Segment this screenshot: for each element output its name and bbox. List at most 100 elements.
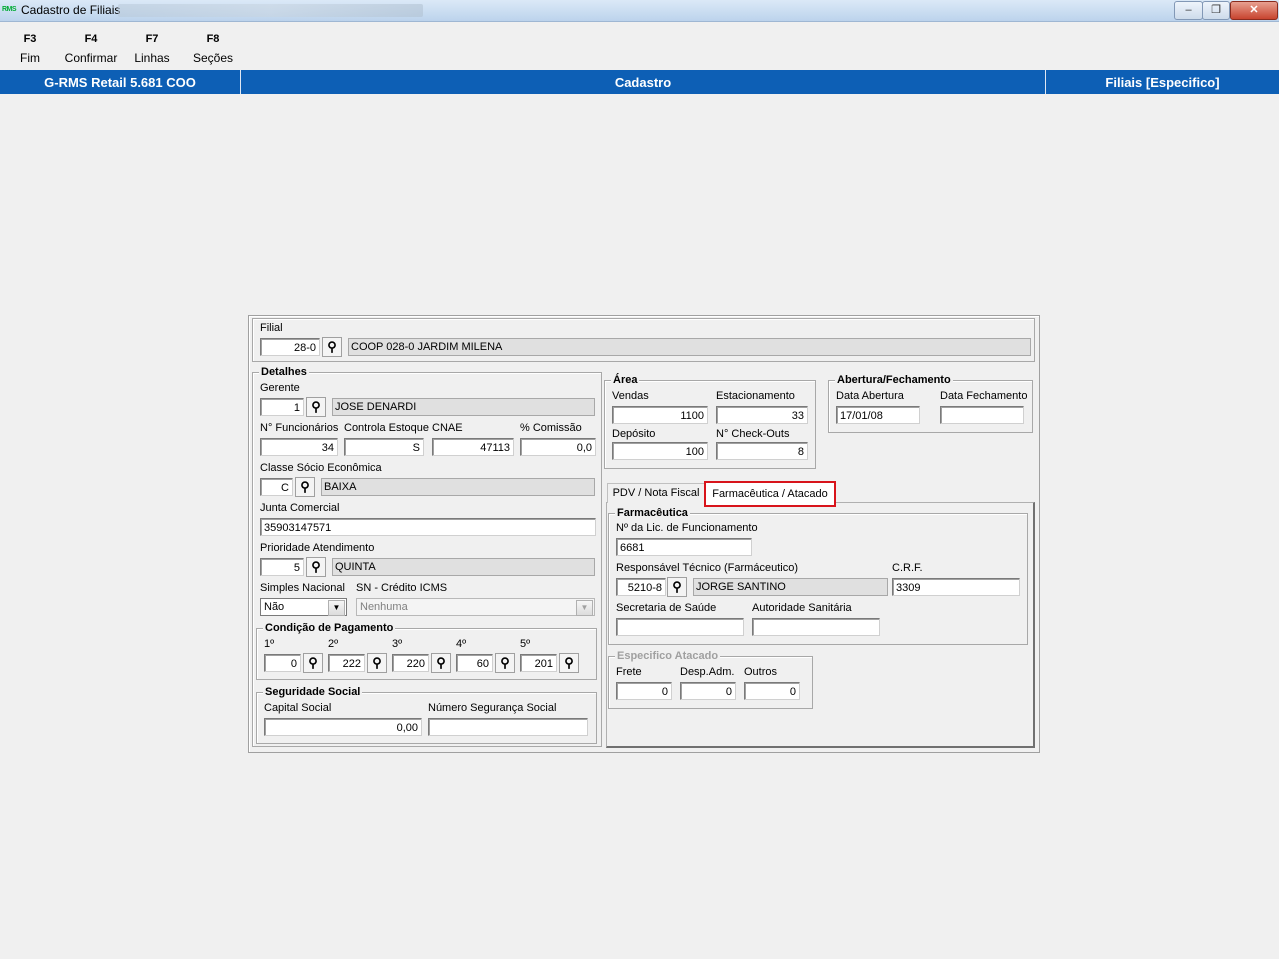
window-title: Cadastro de Filiais [21,3,121,17]
area-title: Área [611,373,640,387]
binoculars-icon[interactable]: ⚲ [667,577,687,597]
estacionamento-label: Estacionamento [716,390,795,402]
gerente-label: Gerente [260,382,300,394]
pagamento-input-1[interactable]: 0 [264,654,301,672]
estacionamento-input[interactable]: 33 [716,406,808,424]
banner-screen: Filiais [Especifico] [1105,75,1220,90]
maximize-button[interactable]: ❐ [1202,1,1230,20]
fkey-f4-button[interactable]: F4 Confirmar [61,31,121,67]
resp-label: Responsável Técnico (Farmáceutico) [616,562,798,574]
checkouts-label: N° Check-Outs [716,428,790,440]
frete-input[interactable]: 0 [616,682,672,700]
simples-value: Não [264,601,285,613]
app-icon: RMS [2,6,17,13]
classe-label: Classe Sócio Econômica [260,462,382,474]
pagamento-input-5[interactable]: 201 [520,654,557,672]
prioridade-label: Prioridade Atendimento [260,542,375,554]
banner-module: Cadastro [241,70,1046,94]
capital-input[interactable]: 0,00 [264,718,422,736]
fkey-key: F7 [145,33,159,45]
fkey-key: F4 [84,33,98,45]
filial-code-input[interactable]: 28-0 [260,338,320,356]
pagamento-label-3: 3º [392,638,403,650]
classe-code-input[interactable]: C [260,478,293,496]
filial-name-field: COOP 028-0 JARDIM MILENA [348,338,1031,356]
binoculars-icon[interactable]: ⚲ [303,653,323,673]
fkey-label: Seções [192,51,234,65]
cnae-label: CNAE [432,422,463,434]
pagamento-input-2[interactable]: 222 [328,654,365,672]
secretaria-label: Secretaria de Saúde [616,602,717,614]
data-fechamento-input[interactable] [940,406,1024,424]
resp-code-input[interactable]: 5210-8 [616,578,666,596]
lic-label: Nº da Lic. de Funcionamento [616,522,758,534]
close-button[interactable]: ✕ [1230,1,1278,20]
junta-input[interactable]: 35903147571 [260,518,596,536]
prioridade-name-field: QUINTA [332,558,595,576]
farmaceutica-title: Farmacêutica [615,506,690,520]
controla-estoque-label: Controla Estoque [344,422,429,434]
autoridade-input[interactable] [752,618,880,636]
fkey-key: F8 [206,33,220,45]
atacado-title: Especifico Atacado [615,649,721,663]
funcionarios-input[interactable]: 34 [260,438,338,456]
simples-label: Simples Nacional [260,582,345,594]
pagamento-input-3[interactable]: 220 [392,654,429,672]
outros-label: Outros [744,666,778,678]
data-fechamento-label: Data Fechamento [940,390,1028,402]
tab-farmaceutica-atacado[interactable]: Farmacêutica / Atacado [704,481,836,507]
binoculars-icon[interactable]: ⚲ [295,477,315,497]
sn-credito-select[interactable]: Nenhuma ▼ [356,598,595,616]
outros-input[interactable]: 0 [744,682,800,700]
data-abertura-input[interactable]: 17/01/08 [836,406,920,424]
prioridade-code-input[interactable]: 5 [260,558,304,576]
binoculars-icon[interactable]: ⚲ [431,653,451,673]
capital-label: Capital Social [264,702,332,714]
gerente-name-field: JOSE DENARDI [332,398,595,416]
header-banner: G-RMS Retail 5.681 COO Cadastro Filiais … [0,70,1279,94]
comissao-label: % Comissão [520,422,582,434]
tab-pdv-nota-fiscal[interactable]: PDV / Nota Fiscal [607,483,705,503]
vendas-input[interactable]: 1100 [612,406,708,424]
fkey-f8-button[interactable]: F8 Seções [183,31,243,67]
binoculars-icon[interactable]: ⚲ [306,557,326,577]
fkey-label: Fim [20,51,40,65]
deposito-input[interactable]: 100 [612,442,708,460]
checkouts-input[interactable]: 8 [716,442,808,460]
title-bar: RMS Cadastro de Filiais ‒ ❐ ✕ [0,0,1279,22]
sn-credito-label: SN - Crédito ICMS [356,582,448,594]
binoculars-icon[interactable]: ⚲ [559,653,579,673]
simples-select[interactable]: Não ▼ [260,598,347,616]
detalhes-title: Detalhes [259,365,309,379]
deposito-label: Depósito [612,428,656,440]
pagamento-input-4[interactable]: 60 [456,654,493,672]
title-blurred-region [118,4,423,17]
data-abertura-label: Data Abertura [836,390,904,402]
sn-credito-value: Nenhuma [360,601,408,613]
chevron-down-icon[interactable]: ▼ [328,600,345,616]
comissao-input[interactable]: 0,0 [520,438,596,456]
banner-product: G-RMS Retail 5.681 COO [0,70,241,94]
binoculars-icon[interactable]: ⚲ [367,653,387,673]
binoculars-icon[interactable]: ⚲ [495,653,515,673]
fkey-f7-button[interactable]: F7 Linhas [122,31,182,67]
junta-label: Junta Comercial [260,502,340,514]
numero-seguranca-input[interactable] [428,718,588,736]
desp-adm-input[interactable]: 0 [680,682,736,700]
fkey-label: Linhas [134,51,170,65]
pagamento-label-1: 1º [264,638,275,650]
funcionarios-label: N° Funcionários [260,422,339,434]
vendas-label: Vendas [612,390,649,402]
binoculars-icon[interactable]: ⚲ [322,337,342,357]
binoculars-icon[interactable]: ⚲ [306,397,326,417]
cnae-input[interactable]: 47113 [432,438,514,456]
pagamento-label-2: 2º [328,638,339,650]
gerente-code-input[interactable]: 1 [260,398,304,416]
chevron-down-icon[interactable]: ▼ [576,600,593,616]
lic-input[interactable]: 6681 [616,538,752,556]
controla-estoque-input[interactable]: S [344,438,424,456]
crf-input[interactable]: 3309 [892,578,1020,596]
secretaria-input[interactable] [616,618,744,636]
minimize-button[interactable]: ‒ [1174,1,1203,20]
fkey-f3-button[interactable]: F3 Fim [0,31,60,67]
